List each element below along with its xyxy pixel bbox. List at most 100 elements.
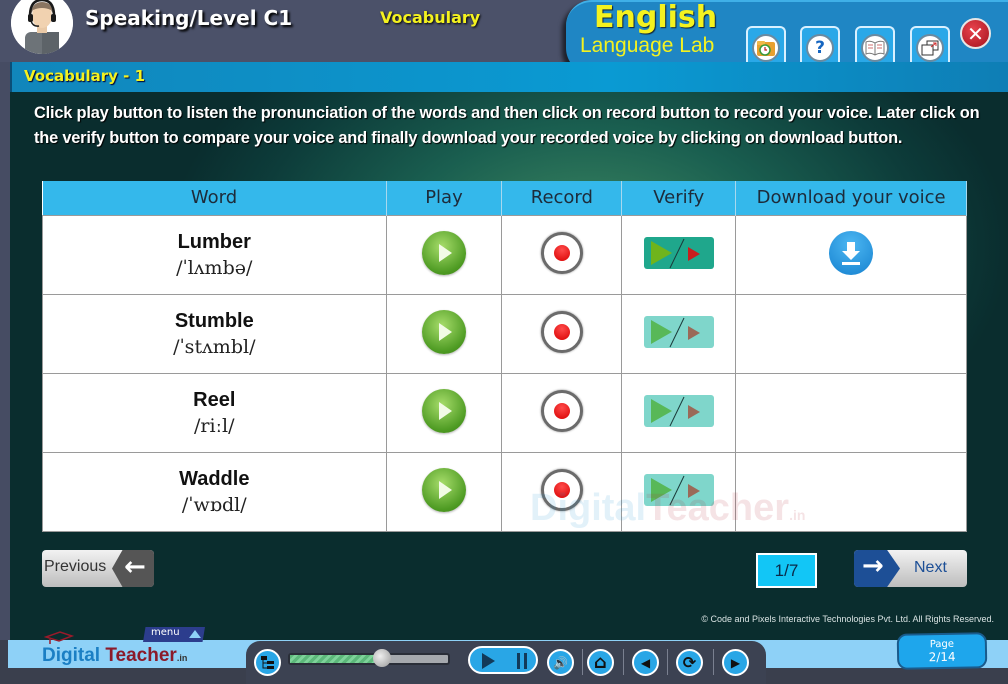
instructions-text: Click play button to listen the pronunci… bbox=[34, 104, 980, 147]
play-icon bbox=[482, 653, 495, 669]
word-cell: Reel /riːl/ bbox=[42, 372, 387, 453]
divider bbox=[667, 649, 668, 675]
window-restore-icon bbox=[916, 34, 944, 62]
arrow-right-icon: → bbox=[854, 550, 900, 587]
verify-cell bbox=[621, 214, 737, 295]
play-cell bbox=[385, 293, 503, 374]
progress-thumb[interactable] bbox=[372, 649, 391, 667]
word-text: Lumber bbox=[177, 230, 251, 253]
record-cell bbox=[501, 293, 623, 374]
help-icon: ? bbox=[806, 34, 834, 62]
activity-title-bar: Vocabulary - 1 bbox=[10, 62, 1008, 92]
verify-compare-icon bbox=[650, 317, 700, 347]
verify-button[interactable] bbox=[643, 394, 714, 427]
menu-button[interactable]: menu bbox=[143, 627, 205, 642]
verify-compare-icon bbox=[650, 475, 700, 505]
table-header-row: Word Play Record Verify Download your vo… bbox=[42, 181, 967, 215]
word-cell: Lumber /ˈlʌmbə/ bbox=[42, 214, 387, 295]
user-headset-icon bbox=[11, 0, 73, 54]
download-button[interactable] bbox=[829, 230, 874, 275]
record-button[interactable] bbox=[540, 468, 583, 511]
word-text: Waddle bbox=[179, 467, 250, 490]
volume-icon: 🔊 bbox=[553, 655, 568, 670]
copyright-text: © Code and Pixels Interactive Technologi… bbox=[701, 614, 994, 624]
page-number: 2/14 bbox=[928, 649, 956, 665]
close-button[interactable]: ✕ bbox=[960, 18, 991, 49]
page-indicator: Page 2/14 bbox=[896, 632, 988, 670]
play-button[interactable] bbox=[421, 467, 466, 512]
verify-button[interactable] bbox=[643, 236, 714, 269]
verify-button[interactable] bbox=[643, 315, 714, 348]
previous-page-button[interactable]: ◀ bbox=[632, 649, 659, 676]
app-window: Speaking/Level C1 Vocabulary English Lan… bbox=[0, 0, 1008, 684]
folder-clock-icon bbox=[752, 34, 780, 62]
sitemap-button[interactable] bbox=[254, 649, 281, 676]
column-header-play: Play bbox=[386, 181, 503, 215]
next-page-button[interactable]: ▶ bbox=[722, 649, 749, 676]
previous-button[interactable]: Previous ← bbox=[42, 550, 154, 587]
page-label: Page bbox=[929, 638, 955, 651]
column-header-verify: Verify bbox=[621, 181, 737, 215]
table-row: Waddle /ˈwɒdl/ bbox=[42, 451, 967, 532]
previous-icon: ◀ bbox=[640, 655, 651, 670]
page-counter: 1/7 bbox=[756, 553, 817, 588]
level-title: Speaking/Level C1 bbox=[85, 6, 293, 30]
digital-teacher-logo: Digital Teacher.in bbox=[42, 645, 188, 666]
home-button[interactable]: ⌂ bbox=[587, 649, 614, 676]
arrow-left-icon: ← bbox=[112, 550, 154, 587]
next-icon: ▶ bbox=[730, 655, 741, 670]
vocabulary-table: Word Play Record Verify Download your vo… bbox=[42, 181, 967, 532]
record-button[interactable] bbox=[540, 389, 583, 432]
record-button[interactable] bbox=[540, 310, 583, 353]
divider bbox=[623, 649, 624, 675]
verify-button[interactable] bbox=[643, 473, 714, 506]
phonetic-text: /ˈlʌmbə/ bbox=[176, 256, 253, 279]
download-cell bbox=[735, 372, 967, 453]
verify-cell bbox=[621, 451, 737, 532]
brand-subtitle: Language Lab bbox=[580, 34, 715, 57]
divider bbox=[582, 649, 583, 675]
volume-button[interactable]: 🔊 bbox=[547, 649, 574, 676]
content-area: Click play button to listen the pronunci… bbox=[10, 92, 1008, 640]
download-cell bbox=[735, 293, 967, 374]
refresh-icon: ⟳ bbox=[682, 653, 697, 672]
refresh-button[interactable]: ⟳ bbox=[676, 649, 703, 676]
verify-compare-icon bbox=[650, 396, 700, 426]
chevron-up-icon bbox=[189, 630, 201, 638]
phonetic-text: /riːl/ bbox=[194, 414, 235, 437]
download-cell bbox=[735, 214, 967, 295]
sitemap-icon bbox=[260, 655, 274, 669]
record-cell bbox=[501, 214, 623, 295]
play-cell bbox=[385, 451, 503, 532]
next-label: Next bbox=[914, 559, 947, 576]
pause-icon bbox=[517, 653, 527, 669]
menu-label: menu bbox=[151, 627, 180, 638]
table-row: Lumber /ˈlʌmbə/ bbox=[42, 214, 967, 295]
column-header-word: Word bbox=[42, 181, 387, 215]
play-pause-button[interactable] bbox=[468, 646, 538, 674]
play-cell bbox=[385, 214, 503, 295]
section-title: Vocabulary bbox=[380, 8, 481, 27]
table-row: Stumble /ˈstʌmbl/ bbox=[42, 293, 967, 374]
download-cell bbox=[735, 451, 967, 532]
book-icon bbox=[861, 34, 889, 62]
play-button[interactable] bbox=[421, 388, 466, 433]
brand-title: English bbox=[594, 0, 718, 35]
progress-slider[interactable] bbox=[288, 649, 450, 667]
next-button[interactable]: → Next bbox=[854, 550, 967, 587]
phonetic-text: /ˈwɒdl/ bbox=[181, 493, 247, 516]
home-icon: ⌂ bbox=[594, 652, 607, 673]
word-cell: Waddle /ˈwɒdl/ bbox=[42, 451, 387, 532]
record-button[interactable] bbox=[540, 231, 583, 274]
column-header-record: Record bbox=[501, 181, 623, 215]
verify-cell bbox=[621, 372, 737, 453]
table-row: Reel /riːl/ bbox=[42, 372, 967, 453]
word-text: Reel bbox=[193, 388, 236, 411]
verify-compare-icon bbox=[650, 238, 700, 268]
divider bbox=[713, 649, 714, 675]
column-header-download: Download your voice bbox=[735, 181, 967, 215]
play-button[interactable] bbox=[421, 230, 466, 275]
phonetic-text: /ˈstʌmbl/ bbox=[173, 335, 256, 358]
play-button[interactable] bbox=[421, 309, 466, 354]
word-cell: Stumble /ˈstʌmbl/ bbox=[42, 293, 387, 374]
